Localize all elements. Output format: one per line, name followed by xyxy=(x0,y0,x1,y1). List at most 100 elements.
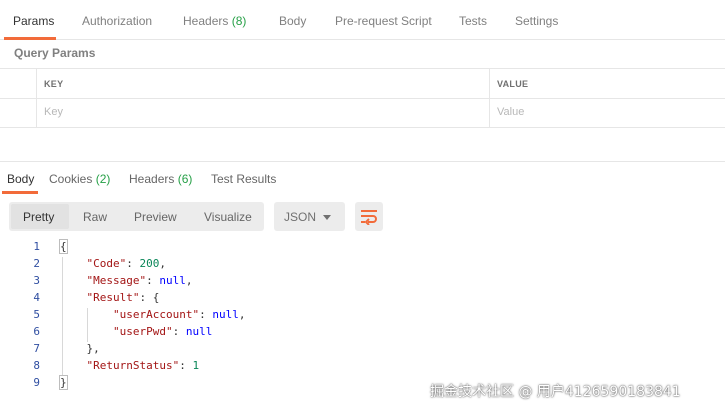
tab-headers[interactable]: Headers (8) xyxy=(183,14,246,28)
code-line: 6 "userPwd": null xyxy=(0,325,725,342)
json-punctuation: : xyxy=(172,325,186,338)
wrap-lines-icon xyxy=(361,210,377,225)
json-null: null xyxy=(185,325,213,338)
query-params-title: Query Params xyxy=(14,46,96,60)
json-key: "userPwd" xyxy=(112,325,173,338)
json-punctuation: , xyxy=(185,274,193,287)
watermark: 掘金技术社区 @ 用户4126590183841 xyxy=(430,384,681,400)
json-punctuation xyxy=(60,325,113,338)
format-select[interactable]: JSON xyxy=(274,202,345,231)
line-number: 4 xyxy=(33,291,40,304)
wrap-lines-button[interactable] xyxy=(355,202,383,231)
key-column-header: KEY xyxy=(44,79,64,89)
response-body-editor[interactable]: 1{2 "Code": 200, 3 "Message": null, 4 "Res… xyxy=(0,239,725,400)
json-punctuation: : { xyxy=(139,291,160,304)
tab-params[interactable]: Params xyxy=(13,14,54,28)
json-key: "Code" xyxy=(86,257,127,270)
json-key: "Message" xyxy=(86,274,147,287)
json-punctuation xyxy=(60,291,87,304)
line-number: 8 xyxy=(33,359,40,372)
column-divider xyxy=(36,98,37,127)
code-line: 5 "userAccount": null, xyxy=(0,308,725,325)
active-tab-indicator xyxy=(4,37,56,40)
json-punctuation xyxy=(60,257,87,270)
code-line: 2 "Code": 200, xyxy=(0,257,725,274)
json-punctuation: , xyxy=(159,257,166,270)
tab-tests[interactable]: Tests xyxy=(459,14,487,28)
column-divider xyxy=(489,69,490,98)
json-punctuation: : xyxy=(179,359,193,372)
view-raw-button[interactable]: Raw xyxy=(83,210,107,224)
column-divider xyxy=(36,69,37,98)
value-column-header: VALUE xyxy=(497,79,529,89)
cookies-count: (2) xyxy=(95,172,111,186)
code-line: 7 }, xyxy=(0,342,725,359)
tab-headers-label: Headers xyxy=(183,14,229,28)
response-tab-headers-label: Headers xyxy=(129,172,175,186)
tab-authorization[interactable]: Authorization xyxy=(82,14,152,28)
response-tab-bar: Body Cookies (2) Headers (6) Test Result… xyxy=(0,161,725,194)
line-number: 7 xyxy=(33,342,40,355)
code-text: }, xyxy=(60,342,100,355)
active-response-tab-indicator xyxy=(2,191,38,194)
json-punctuation xyxy=(60,308,113,321)
line-number: 6 xyxy=(33,325,40,338)
json-null: null xyxy=(159,274,186,287)
json-number: 1 xyxy=(192,359,200,372)
tab-settings[interactable]: Settings xyxy=(515,14,558,28)
line-number: 2 xyxy=(33,257,40,270)
json-punctuation: : xyxy=(199,308,213,321)
code-line: 1{ xyxy=(0,239,725,257)
json-key: "Result" xyxy=(86,291,140,304)
line-number: 5 xyxy=(33,308,40,321)
code-text: "ReturnStatus": 1 xyxy=(60,359,200,372)
view-mode-toggle: Pretty Raw Preview Visualize xyxy=(9,202,264,231)
tab-body[interactable]: Body xyxy=(279,14,306,28)
json-punctuation: } xyxy=(59,375,68,390)
code-line: 4 "Result": { xyxy=(0,291,725,308)
json-key: "ReturnStatus" xyxy=(86,359,180,372)
line-number: 1 xyxy=(33,240,40,253)
code-text: "userPwd": null xyxy=(60,325,212,338)
response-tab-headers[interactable]: Headers (6) xyxy=(129,172,192,186)
json-null: null xyxy=(212,308,239,321)
json-punctuation: : xyxy=(126,257,140,270)
value-input[interactable]: Value xyxy=(497,106,524,118)
code-text: "Code": 200, xyxy=(60,257,167,270)
json-number: 200 xyxy=(139,257,160,270)
line-number: 3 xyxy=(33,274,40,287)
view-pretty-button[interactable]: Pretty xyxy=(23,210,54,224)
json-key: "userAccount" xyxy=(112,308,200,321)
code-text: "userAccount": null, xyxy=(60,308,245,321)
table-header-row: KEY VALUE xyxy=(0,69,725,99)
json-punctuation xyxy=(60,274,87,287)
response-tab-body[interactable]: Body xyxy=(7,172,34,186)
key-input[interactable]: Key xyxy=(44,106,63,118)
code-line: 3 "Message": null, xyxy=(0,274,725,291)
code-text: } xyxy=(59,375,68,390)
chevron-down-icon xyxy=(323,215,331,220)
json-punctuation: }, xyxy=(60,342,100,355)
view-preview-button[interactable]: Preview xyxy=(134,210,177,224)
column-divider xyxy=(489,98,490,127)
tab-pre-request-script[interactable]: Pre-request Script xyxy=(335,14,432,28)
code-text: "Result": { xyxy=(60,291,160,304)
view-visualize-button[interactable]: Visualize xyxy=(204,210,252,224)
line-number: 9 xyxy=(33,376,40,389)
code-line: 8 "ReturnStatus": 1 xyxy=(0,359,725,376)
format-label: JSON xyxy=(284,210,317,224)
json-punctuation: , xyxy=(238,308,246,321)
response-tab-test-results[interactable]: Test Results xyxy=(211,172,276,186)
pane-divider[interactable] xyxy=(0,128,725,161)
request-tab-bar: Params Authorization Headers (8) Body Pr… xyxy=(0,0,725,40)
json-punctuation xyxy=(60,359,87,372)
code-text: "Message": null, xyxy=(60,274,193,287)
headers-count: (8) xyxy=(231,14,247,28)
response-tab-cookies[interactable]: Cookies (2) xyxy=(49,172,110,186)
json-punctuation: { xyxy=(59,239,68,254)
table-row: Key Value xyxy=(0,98,725,128)
query-params-table: KEY VALUE Key Value xyxy=(0,68,725,128)
json-punctuation: : xyxy=(146,274,160,287)
code-text: { xyxy=(59,239,68,254)
response-headers-count: (6) xyxy=(177,172,193,186)
